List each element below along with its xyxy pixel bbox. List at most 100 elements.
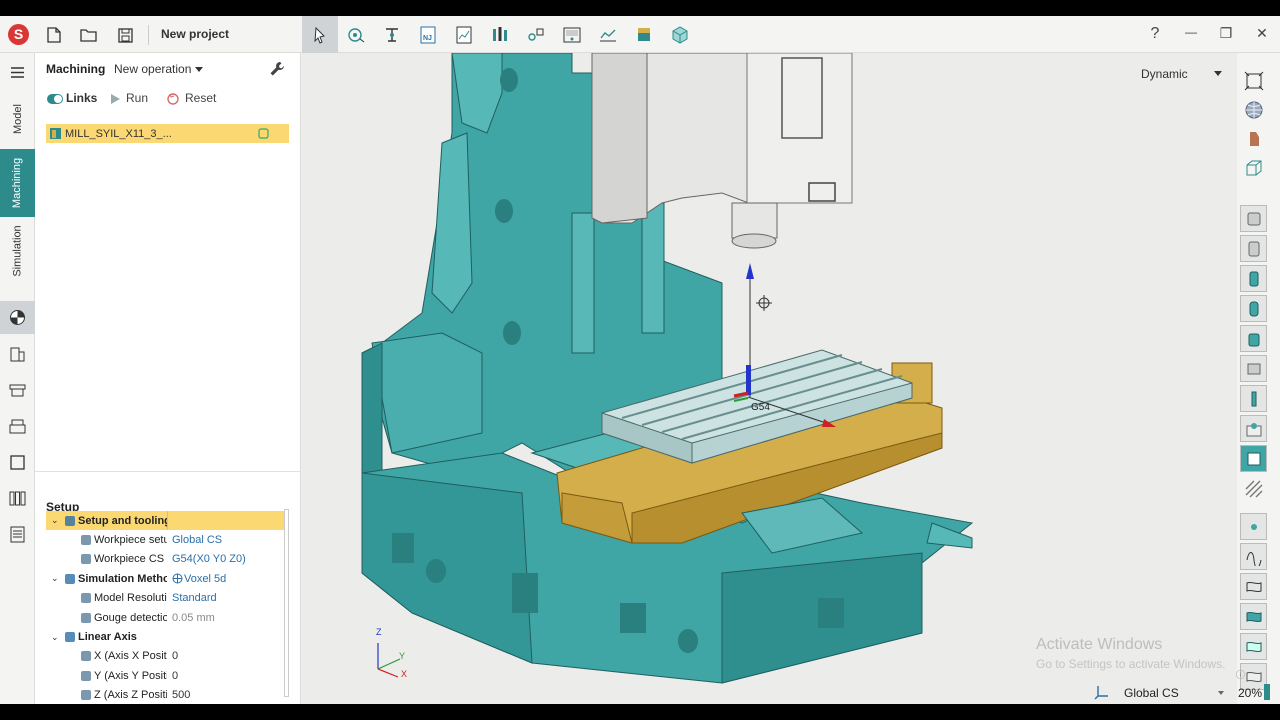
operation-selector[interactable]: New operation xyxy=(114,62,191,76)
point-display-icon[interactable] xyxy=(1240,513,1267,540)
chevron-down-icon[interactable] xyxy=(195,67,203,72)
stock-view-icon[interactable] xyxy=(1240,415,1267,442)
tree-row[interactable]: Model Resolution Standard xyxy=(46,589,289,608)
new-file-icon[interactable] xyxy=(43,24,65,46)
reset-icon[interactable] xyxy=(166,92,180,109)
wrench-icon[interactable] xyxy=(269,61,285,80)
reset-button[interactable]: Reset xyxy=(185,91,216,105)
machine-view-4-icon[interactable] xyxy=(1240,295,1267,322)
tool-view-icon[interactable] xyxy=(1240,385,1267,412)
help-icon[interactable]: ? xyxy=(1145,25,1165,43)
model-icon xyxy=(80,592,92,604)
tree-row[interactable]: Workpiece setup Global CS xyxy=(46,530,289,549)
app-logo[interactable]: S xyxy=(8,24,29,45)
expand-chevron-icon[interactable]: ⌄ xyxy=(51,632,59,643)
chart-icon[interactable] xyxy=(590,16,626,53)
coord-system-selector[interactable]: Global CS xyxy=(1124,686,1179,700)
open-folder-icon[interactable] xyxy=(78,24,100,46)
toolpath-report-icon[interactable] xyxy=(446,16,482,53)
run-icon[interactable] xyxy=(109,93,121,108)
tab-machining[interactable]: Machining xyxy=(0,149,35,217)
tab-simulation[interactable]: Simulation xyxy=(0,219,35,283)
panel-divider xyxy=(35,471,300,472)
tree-row[interactable]: Y (Axis Y Position) 0 xyxy=(46,666,289,685)
maximize-icon[interactable]: ❐ xyxy=(1216,25,1236,42)
workpiece-tree-icon[interactable] xyxy=(8,345,27,364)
tree-row-value[interactable]: Voxel 5d xyxy=(184,573,226,585)
tree-row-value[interactable]: 500 xyxy=(172,689,190,701)
svg-text:NJ: NJ xyxy=(423,35,432,42)
select-tool-icon[interactable] xyxy=(302,16,338,53)
tree-row[interactable]: ⌄ Setup and tooling xyxy=(46,511,289,531)
package-icon[interactable] xyxy=(662,16,698,53)
expand-chevron-icon[interactable]: ⌄ xyxy=(51,515,59,526)
expand-chevron-icon[interactable]: ⌄ xyxy=(51,573,59,584)
tool-library-tree-icon[interactable] xyxy=(8,489,27,508)
surface-display-icon[interactable] xyxy=(1240,573,1267,600)
tree-row-value[interactable]: 0 xyxy=(172,650,178,662)
close-icon[interactable]: ✕ xyxy=(1252,25,1272,42)
fixture-icon[interactable] xyxy=(374,16,410,53)
machine-view-2-icon[interactable] xyxy=(1240,235,1267,262)
stock-icon[interactable] xyxy=(626,16,662,53)
view-mode-dropdown[interactable]: Dynamic xyxy=(1141,67,1188,81)
save-icon[interactable] xyxy=(114,24,136,46)
links-toggle[interactable] xyxy=(47,94,63,104)
tree-row-value[interactable]: G54(X0 Y0 Z0) xyxy=(172,553,246,565)
view-mode-chevron-icon[interactable] xyxy=(1214,71,1222,76)
triad-x-label: X xyxy=(401,669,408,679)
project-title[interactable]: New project xyxy=(161,27,229,41)
tree-row-value[interactable]: Standard xyxy=(172,592,217,604)
3d-viewport[interactable]: G54 Z Y X Dynamic Activate Windows Go to… xyxy=(302,53,1237,704)
machine-view-1-icon[interactable] xyxy=(1240,205,1267,232)
tree-row[interactable]: ⌄ Simulation Method Voxel 5d xyxy=(46,569,289,588)
tree-row-value[interactable]: Global CS xyxy=(172,534,222,546)
report-tree-icon[interactable] xyxy=(8,525,27,544)
tree-row-label: Workpiece setup xyxy=(94,534,167,547)
top-bar: S New project NJ ? — ❐ ✕ xyxy=(0,16,1280,53)
run-button[interactable]: Run xyxy=(126,91,148,105)
links-label[interactable]: Links xyxy=(66,91,97,105)
panel-title: Machining xyxy=(46,62,106,76)
tree-row[interactable]: X (Axis X Position) 0 xyxy=(46,647,289,666)
render-mode-icon[interactable] xyxy=(1240,96,1267,123)
hamburger-menu-icon[interactable] xyxy=(8,63,27,82)
tree-row-label: Gouge detection to xyxy=(94,611,167,624)
section-view-icon[interactable] xyxy=(1240,125,1267,152)
tree-row[interactable]: Z (Axis Z Position) 500 xyxy=(46,686,289,704)
part-view-icon[interactable] xyxy=(1240,445,1267,472)
curve-display-icon[interactable] xyxy=(1240,543,1267,570)
machine-view-3-icon[interactable] xyxy=(1240,265,1267,292)
tools-library-icon[interactable] xyxy=(482,16,518,53)
tree-row[interactable]: ⌄ Linear Axis xyxy=(46,627,289,646)
origin-tool-button[interactable] xyxy=(0,301,35,334)
holder-view-icon[interactable] xyxy=(1240,355,1267,382)
fixture-tree-icon[interactable] xyxy=(8,381,27,400)
coord-system-icon xyxy=(1094,684,1110,703)
setup-icon[interactable] xyxy=(518,16,554,53)
tree-row-value[interactable]: 0.05 mm xyxy=(172,612,215,624)
machine-view-5-icon[interactable] xyxy=(1240,325,1267,352)
zoom-level[interactable]: 20% xyxy=(1238,686,1262,700)
transparent-display-icon[interactable] xyxy=(1240,633,1267,660)
workpiece-icon[interactable] xyxy=(338,16,374,53)
stock-tree-icon[interactable] xyxy=(8,417,27,436)
machine-icon[interactable] xyxy=(554,16,590,53)
tree-scrollbar[interactable] xyxy=(284,509,289,697)
info-icon[interactable]: ⓘ xyxy=(1236,668,1245,681)
tree-row[interactable]: Workpiece CS G54(X0 Y0 Z0) xyxy=(46,550,289,569)
shaded-display-icon[interactable] xyxy=(1240,603,1267,630)
hatch-view-icon[interactable] xyxy=(1240,475,1267,502)
operation-list-item[interactable]: MILL_SYIL_X11_3_... xyxy=(46,124,289,143)
view-cube-icon[interactable] xyxy=(1240,154,1267,181)
setup-tree: ⌄ Setup and tooling Workpiece setup Global … xyxy=(46,511,289,704)
fit-view-icon[interactable] xyxy=(1240,67,1267,94)
tree-row-value[interactable]: 0 xyxy=(172,670,178,682)
nc-program-icon[interactable]: NJ xyxy=(410,16,446,53)
tree-row[interactable]: Gouge detection to 0.05 mm xyxy=(46,608,289,627)
tab-model[interactable]: Model xyxy=(0,90,35,148)
coord-system-chevron-icon[interactable] xyxy=(1218,691,1224,695)
part-tree-icon[interactable] xyxy=(8,453,27,472)
tree-row-label: Linear Axis xyxy=(78,631,137,644)
minimize-icon[interactable]: — xyxy=(1181,25,1201,39)
